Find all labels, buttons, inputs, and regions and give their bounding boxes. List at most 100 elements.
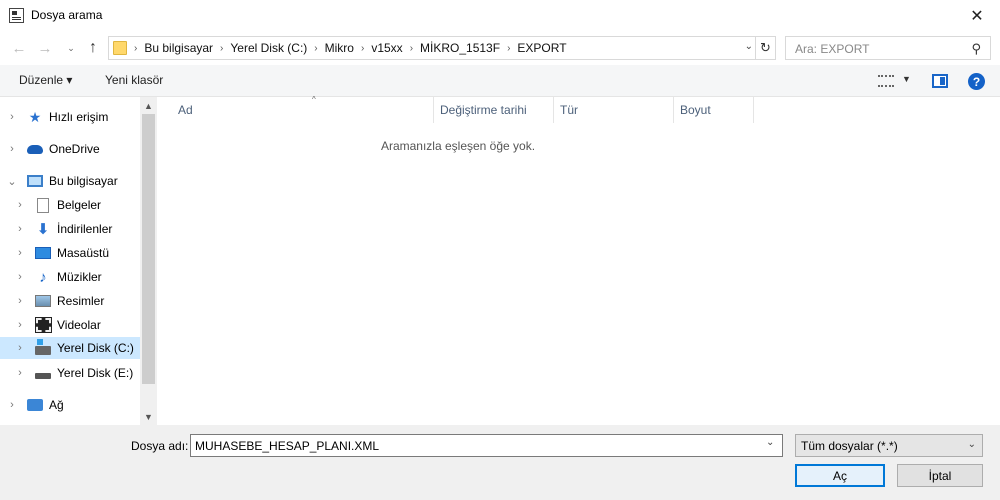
star-icon: ★ — [28, 108, 42, 125]
sidebar-item-this-pc[interactable]: ⌄ Bu bilgisayar — [0, 170, 140, 192]
column-header-name[interactable]: Ad ^ — [172, 95, 434, 123]
address-bar[interactable]: › Bu bilgisayar › Yerel Disk (C:) › Mikr… — [108, 36, 776, 60]
filetype-select[interactable]: Tüm dosyalar (*.*) ⌄ — [795, 434, 983, 457]
address-dropdown-icon[interactable]: ⌄ — [745, 41, 753, 52]
chevron-right-icon[interactable]: › — [14, 223, 26, 235]
search-placeholder: Ara: EXPORT — [795, 42, 870, 56]
sidebar-item-label: İndirilenler — [57, 222, 113, 236]
breadcrumb-item[interactable]: v15xx — [371, 41, 402, 55]
chevron-right-icon[interactable]: › — [14, 295, 26, 307]
close-button[interactable]: ✕ — [954, 0, 1000, 31]
sidebar-item-videos[interactable]: › Videolar — [0, 314, 140, 336]
chevron-right-icon[interactable]: › — [14, 271, 26, 283]
sort-ascending-icon: ^ — [312, 95, 316, 104]
chevron-right-icon[interactable]: › — [14, 367, 26, 379]
breadcrumb-separator[interactable]: › — [307, 43, 324, 54]
breadcrumb-separator[interactable]: › — [127, 43, 144, 54]
sidebar-item-label: Resimler — [57, 294, 105, 308]
chevron-right-icon[interactable]: › — [14, 199, 26, 211]
computer-icon — [27, 173, 43, 189]
desktop-icon — [35, 245, 51, 261]
scroll-up-icon[interactable]: ▲ — [140, 97, 157, 114]
refresh-button[interactable]: ↻ — [755, 37, 775, 59]
column-header-type[interactable]: Tür — [554, 97, 674, 123]
sidebar-item-desktop[interactable]: › Masaüstü — [0, 242, 140, 264]
filename-field[interactable] — [190, 434, 783, 457]
sidebar-item-pictures[interactable]: › Resimler — [0, 290, 140, 312]
sidebar-item-quick-access[interactable]: › ★ Hızlı erişim — [0, 106, 140, 128]
chevron-right-icon[interactable]: › — [14, 319, 26, 331]
sidebar-item-documents[interactable]: › Belgeler — [0, 194, 140, 216]
chevron-right-icon[interactable]: › — [6, 399, 18, 411]
sidebar-item-network[interactable]: › Ağ — [0, 394, 140, 416]
download-icon: ⬇ — [36, 221, 50, 238]
sidebar-item-music[interactable]: › ♪ Müzikler — [0, 266, 140, 288]
sidebar-item-label: Videolar — [57, 318, 101, 332]
sidebar-item-label: Yerel Disk (C:) — [57, 341, 134, 355]
sidebar-item-label: Müzikler — [57, 270, 102, 284]
search-icon[interactable]: ⚲ — [971, 41, 981, 57]
breadcrumb-separator[interactable]: › — [354, 43, 371, 54]
drive-icon — [35, 365, 51, 381]
organize-menu-button[interactable]: Düzenle ▾ — [19, 73, 72, 87]
folder-icon — [113, 41, 127, 55]
filetype-value: Tüm dosyalar (*.*) — [801, 439, 898, 453]
sidebar-item-downloads[interactable]: › ⬇ İndirilenler — [0, 218, 140, 240]
dialog-footer: Dosya adı: ⌄ Tüm dosyalar (*.*) ⌄ Aç İpt… — [0, 425, 1000, 500]
chevron-down-icon[interactable]: ⌄ — [968, 439, 976, 450]
breadcrumb-item[interactable]: Yerel Disk (C:) — [230, 41, 307, 55]
breadcrumb-separator[interactable]: › — [500, 43, 517, 54]
document-icon — [35, 197, 51, 213]
chevron-right-icon[interactable]: › — [6, 111, 18, 123]
breadcrumb-item[interactable]: Bu bilgisayar — [144, 41, 213, 55]
chevron-right-icon[interactable]: › — [14, 247, 26, 259]
navigation-bar: ← → ⌄ ↑ › Bu bilgisayar › Yerel Disk (C:… — [0, 31, 1000, 65]
empty-results-message: Aramanızla eşleşen öğe yok. — [380, 139, 536, 153]
preview-pane-icon[interactable] — [932, 74, 948, 88]
cancel-button[interactable]: İptal — [897, 464, 983, 487]
sidebar-item-onedrive[interactable]: › OneDrive — [0, 138, 140, 160]
sidebar-item-label: Masaüstü — [57, 246, 110, 260]
window-title: Dosya arama — [31, 8, 103, 22]
view-options-icon[interactable] — [878, 75, 894, 87]
new-folder-button[interactable]: Yeni klasör — [105, 73, 163, 87]
help-icon[interactable]: ? — [968, 73, 985, 90]
file-list[interactable]: Ad ^ Değiştirme tarihi Tür Boyut Aramanı… — [158, 95, 1000, 425]
column-header-label: Ad — [178, 103, 193, 117]
breadcrumb-separator[interactable]: › — [213, 43, 230, 54]
breadcrumb-item[interactable]: EXPORT — [517, 41, 566, 55]
filename-label: Dosya adı: — [131, 439, 189, 453]
command-toolbar: Düzenle ▾ Yeni klasör ▼ ? — [0, 65, 1000, 97]
up-folder-button[interactable]: ↑ — [82, 37, 104, 59]
search-input[interactable]: Ara: EXPORT ⚲ — [785, 36, 991, 60]
breadcrumb-item[interactable]: Mikro — [325, 41, 354, 55]
sidebar-item-local-disk-c[interactable]: › Yerel Disk (C:) — [0, 337, 140, 359]
video-icon — [34, 317, 52, 333]
chevron-right-icon[interactable]: › — [14, 342, 26, 354]
breadcrumb-item[interactable]: MİKRO_1513F — [420, 41, 500, 55]
recent-locations-button[interactable]: ⌄ — [60, 37, 82, 59]
sidebar-scrollbar[interactable]: ▲ ▼ — [140, 97, 157, 425]
system-drive-icon — [35, 339, 51, 356]
sidebar-item-label: Belgeler — [57, 198, 102, 212]
sidebar-item-label: Hızlı erişim — [49, 110, 109, 124]
column-header-size[interactable]: Boyut — [674, 97, 754, 123]
chevron-right-icon[interactable]: › — [6, 143, 18, 155]
chevron-down-icon[interactable]: ⌄ — [6, 175, 18, 188]
title-bar: Dosya arama ✕ — [0, 0, 1000, 31]
sidebar-item-local-disk-e[interactable]: › Yerel Disk (E:) — [0, 362, 140, 384]
scroll-down-icon[interactable]: ▼ — [140, 408, 157, 425]
navigation-pane: › ★ Hızlı erişim › OneDrive ⌄ Bu bilgisa… — [0, 97, 158, 425]
back-button[interactable]: ← — [8, 37, 30, 59]
cloud-icon — [27, 141, 43, 157]
column-header-date[interactable]: Değiştirme tarihi — [434, 97, 554, 123]
open-button[interactable]: Aç — [795, 464, 885, 487]
pictures-icon — [35, 293, 51, 309]
music-icon: ♪ — [39, 268, 47, 286]
view-dropdown-icon[interactable]: ▼ — [902, 74, 911, 84]
filename-dropdown-icon[interactable]: ⌄ — [766, 437, 774, 448]
breadcrumb-separator[interactable]: › — [403, 43, 420, 54]
forward-button[interactable]: → — [34, 37, 56, 59]
scrollbar-thumb[interactable] — [142, 114, 155, 384]
sidebar-item-label: Bu bilgisayar — [49, 174, 118, 188]
